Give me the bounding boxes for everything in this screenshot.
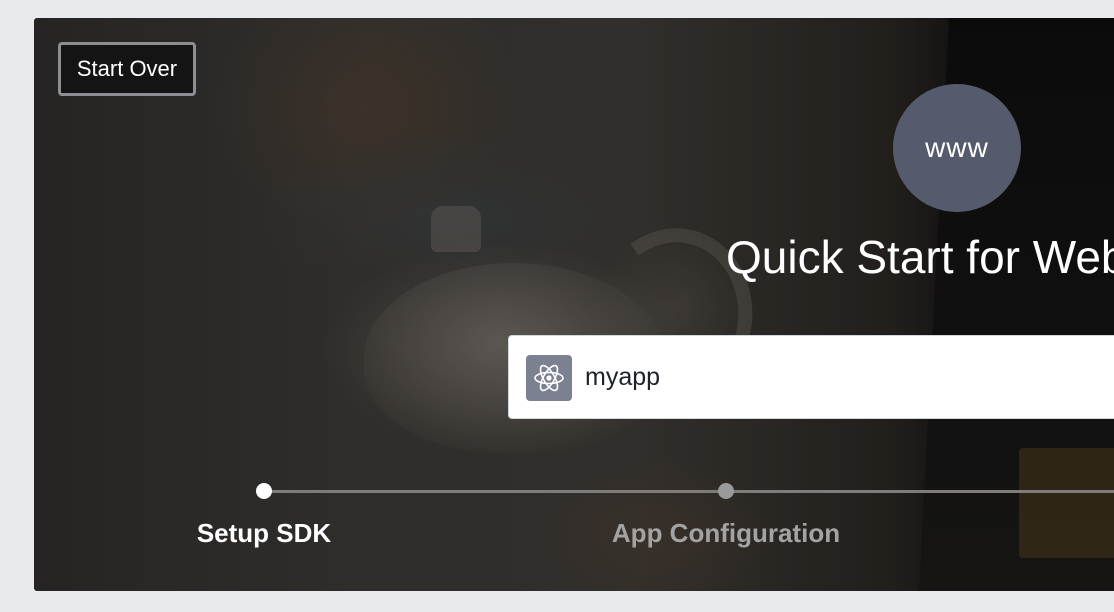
step-dot-app-configuration[interactable]	[718, 483, 734, 499]
web-platform-icon: www	[893, 84, 1021, 212]
step-label-app-configuration[interactable]: App Configuration	[612, 518, 840, 549]
atom-icon	[526, 355, 572, 401]
quick-start-hero: Start Over www Quick Start for Web myapp…	[34, 18, 1114, 591]
app-name-value: myapp	[585, 363, 661, 391]
progress-track	[264, 490, 1114, 493]
page-title: Quick Start for Web	[726, 231, 1114, 283]
step-dot-setup-sdk[interactable]	[256, 483, 272, 499]
step-label-setup-sdk[interactable]: Setup SDK	[197, 518, 331, 549]
app-name-field[interactable]: myapp	[508, 335, 1114, 419]
start-over-button[interactable]: Start Over	[58, 42, 196, 96]
